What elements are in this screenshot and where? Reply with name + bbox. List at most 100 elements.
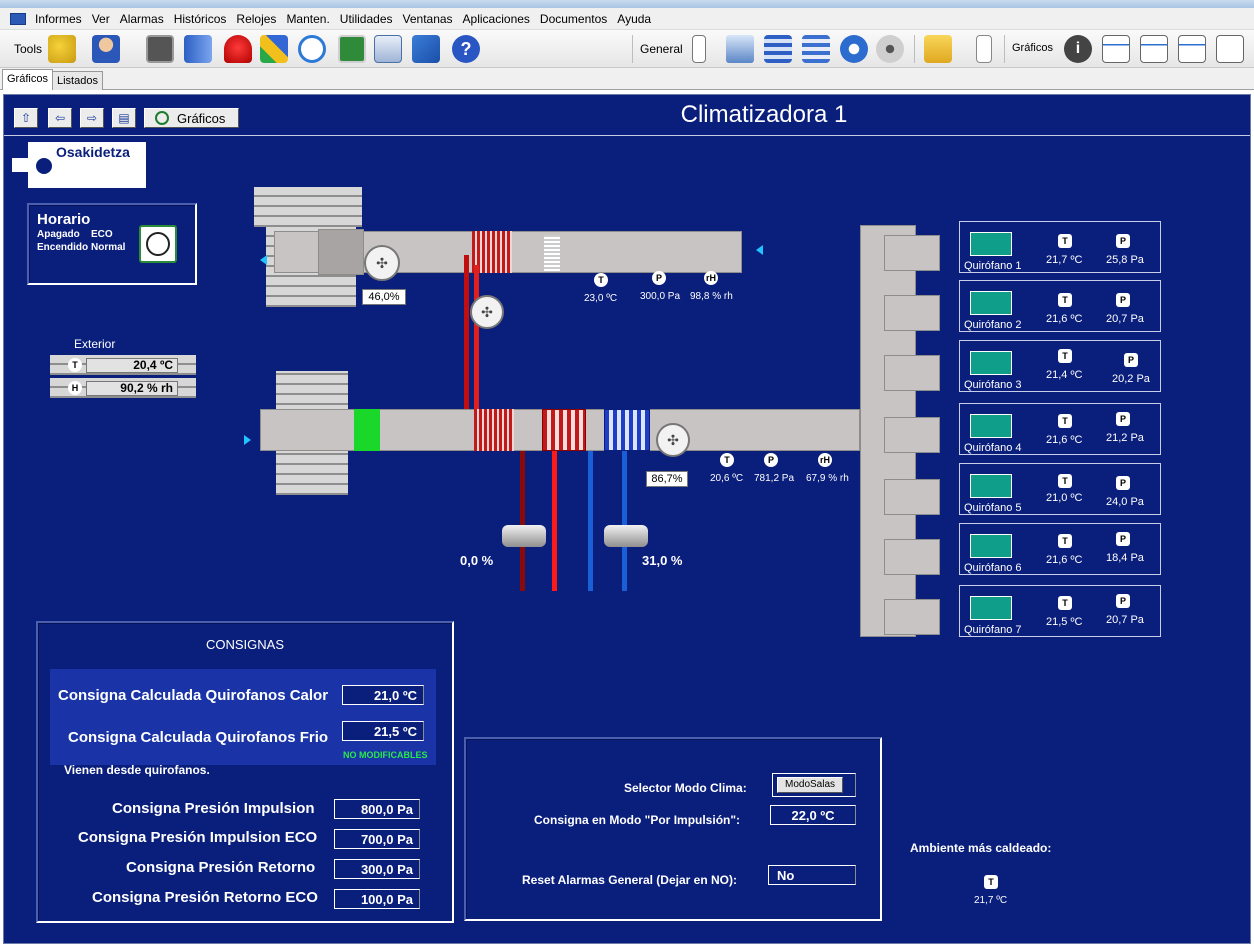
presion-retorno-eco-input[interactable]: 100,0 Pa xyxy=(334,889,420,909)
menu-alarmas[interactable]: Alarmas xyxy=(115,12,169,26)
help-icon[interactable]: ? xyxy=(452,35,480,63)
tab-strip: Gráficos Listados xyxy=(0,68,1254,90)
search-doc-icon[interactable] xyxy=(726,35,754,63)
room-quirofano-5[interactable]: Quirófano 5 T P 21,0 ºC 24,0 Pa xyxy=(959,463,1161,515)
ambiente-temp-icon: T xyxy=(984,875,998,889)
horario-panel: Horario Apagado ECO Encendido Normal xyxy=(27,203,197,285)
menu-utilidades[interactable]: Utilidades xyxy=(335,12,398,26)
room-temp-value: 21,6 ºC xyxy=(1046,313,1083,325)
room-name: Quirófano 2 xyxy=(964,319,1022,331)
menu-manten[interactable]: Manten. xyxy=(281,12,334,26)
room-quirofano-1[interactable]: Quirófano 1 T P 21,7 ºC 25,8 Pa xyxy=(959,221,1161,273)
presion-retorno-input[interactable]: 300,0 Pa xyxy=(334,859,420,879)
graph-add-icon[interactable] xyxy=(1102,35,1130,63)
thermometer-icon[interactable] xyxy=(692,35,706,63)
temp-sensor-icon: T xyxy=(68,358,82,372)
tab-graficos[interactable]: Gráficos xyxy=(2,69,53,90)
reset-alarmas-input[interactable]: No xyxy=(768,865,856,885)
supply-hum-value: 67,9 % rh xyxy=(806,473,849,484)
documents-icon[interactable] xyxy=(412,35,440,63)
alarm-icon[interactable] xyxy=(224,35,252,63)
presion-impulsion-eco-input[interactable]: 700,0 Pa xyxy=(334,829,420,849)
room-temp-value: 21,7 ºC xyxy=(1046,254,1083,266)
room-unit-icon xyxy=(970,596,1012,620)
selector-modo-button[interactable]: ModoSalas xyxy=(777,777,843,793)
clock-icon[interactable] xyxy=(298,35,326,63)
consignas-panel: CONSIGNAS Consigna Calculada Quirofanos … xyxy=(36,621,454,923)
humidity-sensor-icon: H xyxy=(68,381,82,395)
heat-return-pipe xyxy=(520,451,525,591)
forward-button[interactable]: ⇨ xyxy=(80,108,104,128)
window-icon[interactable] xyxy=(374,35,402,63)
menu-ventanas[interactable]: Ventanas xyxy=(398,12,458,26)
exterior-label: Exterior xyxy=(74,337,116,351)
graph-open-icon[interactable] xyxy=(1178,35,1206,63)
room-quirofano-2[interactable]: Quirófano 2 T P 21,6 ºC 20,7 Pa xyxy=(959,280,1161,332)
room-pressure-value: 20,2 Pa xyxy=(1112,373,1150,385)
window-titlebar xyxy=(0,0,1254,8)
notes-icon[interactable] xyxy=(1216,35,1244,63)
consigna-impulsion-input[interactable]: 22,0 ºC xyxy=(770,805,856,825)
consigna-calor-label: Consigna Calculada Quirofanos Calor xyxy=(58,687,329,704)
branch-duct-3 xyxy=(884,355,940,391)
room-pressure-icon: P xyxy=(1116,594,1130,608)
folder-icon[interactable] xyxy=(924,35,952,63)
duct-icon[interactable] xyxy=(764,35,792,63)
exhaust-arrow-icon xyxy=(260,255,267,265)
gear-icon[interactable] xyxy=(840,35,868,63)
reset-alarmas-label: Reset Alarmas General (Dejar en NO): xyxy=(522,873,737,887)
no-modificables-label: NO MODIFICABLES xyxy=(343,750,428,760)
room-name: Quirófano 5 xyxy=(964,502,1022,514)
maintenance-icon[interactable] xyxy=(338,35,366,63)
room-unit-icon xyxy=(970,414,1012,438)
home-button[interactable]: ⇧ xyxy=(14,108,38,128)
room-unit-icon xyxy=(970,232,1012,256)
keys-icon[interactable] xyxy=(48,35,76,63)
menu-ayuda[interactable]: Ayuda xyxy=(612,12,656,26)
branch-duct-2 xyxy=(884,295,940,331)
header-divider xyxy=(4,135,1250,136)
user-icon[interactable] xyxy=(92,35,120,63)
consigna-frio-value: 21,5 ºC xyxy=(342,721,424,741)
menu-relojes[interactable]: Relojes xyxy=(231,12,281,26)
menu-historicos[interactable]: Históricos xyxy=(169,12,232,26)
branch-duct-5 xyxy=(884,479,940,515)
consignas-title: CONSIGNAS xyxy=(205,637,284,652)
supply-filter xyxy=(354,409,380,451)
room-pressure-value: 20,7 Pa xyxy=(1106,313,1144,325)
gauge-icon[interactable] xyxy=(146,35,174,63)
menu-informes[interactable]: Informes xyxy=(30,12,87,26)
list-button[interactable]: ▤ xyxy=(112,108,136,128)
room-quirofano-3[interactable]: Quirófano 3 T P 21,4 ºC 20,2 Pa xyxy=(959,340,1161,392)
tab-listados[interactable]: Listados xyxy=(52,71,103,90)
graph-edit-icon[interactable] xyxy=(1140,35,1168,63)
page-icon[interactable] xyxy=(976,35,992,63)
room-quirofano-7[interactable]: Quirófano 7 T P 21,5 ºC 20,7 Pa xyxy=(959,585,1161,637)
room-temp-value: 21,5 ºC xyxy=(1046,616,1083,628)
recovery-pump-icon: ✣ xyxy=(470,295,504,329)
general-label: General xyxy=(640,42,683,56)
room-temp-icon: T xyxy=(1058,234,1072,248)
chart-icon[interactable] xyxy=(260,35,288,63)
menu-ver[interactable]: Ver xyxy=(87,12,115,26)
back-button[interactable]: ⇦ xyxy=(48,108,72,128)
pipes-icon[interactable] xyxy=(802,35,830,63)
supply-hum-sensor-icon: rH xyxy=(818,453,832,467)
room-name: Quirófano 1 xyxy=(964,260,1022,272)
toolbar-separator xyxy=(914,35,915,63)
room-pressure-icon: P xyxy=(1116,412,1130,426)
menu-bar: Informes Ver Alarmas Históricos Relojes … xyxy=(0,8,1254,30)
schedule-clock-icon[interactable] xyxy=(139,225,177,263)
room-quirofano-6[interactable]: Quirófano 6 T P 21,6 ºC 18,4 Pa xyxy=(959,523,1161,575)
consignas-note: Vienen desde quirofanos. xyxy=(64,763,210,777)
presion-impulsion-input[interactable]: 800,0 Pa xyxy=(334,799,420,819)
book-icon[interactable] xyxy=(184,35,212,63)
cooling-valve-icon xyxy=(604,525,648,547)
selector-modo-frame: ModoSalas xyxy=(772,773,856,797)
graficos-button[interactable]: Gráficos xyxy=(144,108,239,128)
menu-documentos[interactable]: Documentos xyxy=(535,12,612,26)
info-icon[interactable]: i xyxy=(1064,35,1092,63)
menu-aplicaciones[interactable]: Aplicaciones xyxy=(458,12,535,26)
speaker-icon[interactable] xyxy=(876,35,904,63)
room-quirofano-4[interactable]: Quirófano 4 T P 21,6 ºC 21,2 Pa xyxy=(959,403,1161,455)
